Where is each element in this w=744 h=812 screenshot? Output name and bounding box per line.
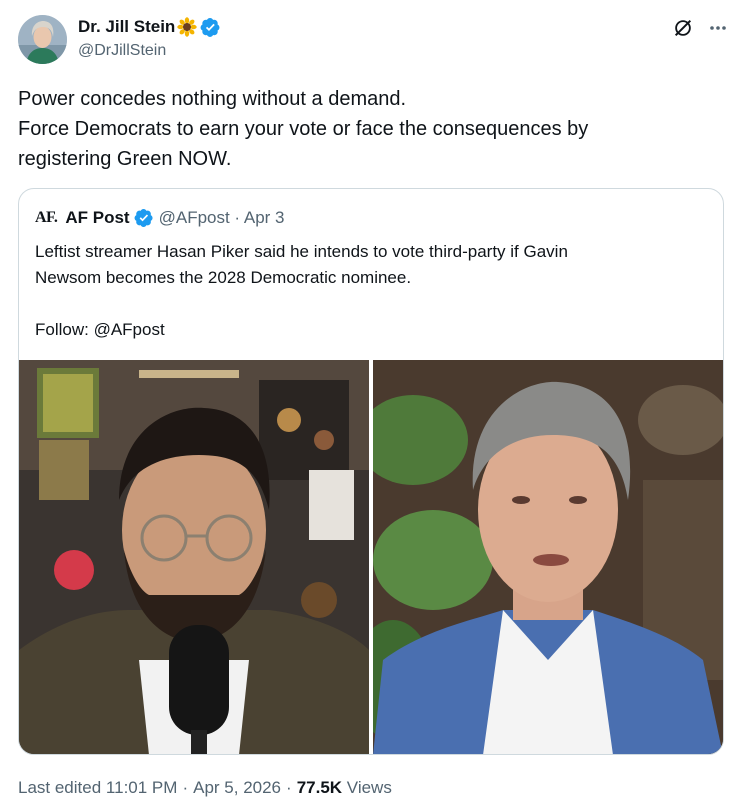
post-date[interactable]: Apr 5, 2026 (193, 778, 281, 798)
post-text-line: registering Green NOW. (18, 148, 232, 170)
verified-badge-icon (134, 209, 153, 227)
author-block: Dr. Jill Stein @DrJillStein (78, 15, 221, 60)
quoted-follow-line: Follow: @AFpost (35, 320, 165, 339)
post-text: Power concedes nothing without a demand.… (18, 84, 718, 174)
sunflower-emoji-icon (177, 17, 198, 37)
quoted-image-right[interactable] (373, 360, 723, 754)
footer-separator: · (286, 778, 292, 797)
views-count[interactable]: 77.5K (297, 778, 342, 798)
grok-icon[interactable] (672, 17, 694, 39)
photo-streamer (19, 360, 369, 754)
quoted-text-line: Leftist streamer Hasan Piker said he int… (35, 242, 568, 261)
quoted-post-meta[interactable]: @AFpost · Apr 3 (159, 208, 285, 228)
post-card: Dr. Jill Stein @DrJillStein Power conced… (0, 0, 744, 812)
author-handle[interactable]: @DrJillStein (78, 42, 221, 60)
header-actions (672, 17, 728, 39)
avatar[interactable] (18, 15, 67, 64)
quoted-media (19, 360, 723, 754)
quoted-image-left[interactable] (19, 360, 369, 754)
author-name[interactable]: Dr. Jill Stein (78, 17, 175, 37)
quoted-post-header: AF. AF Post @AFpost · Apr 3 (35, 207, 285, 229)
verified-badge-icon[interactable] (200, 17, 221, 38)
post-footer: Last edited 11:01 PM · Apr 5, 2026 · 77.… (18, 778, 392, 798)
post-text-line: Power concedes nothing without a demand. (18, 88, 407, 110)
footer-separator: · (182, 778, 189, 797)
views-label[interactable]: Views (347, 778, 392, 798)
post-time[interactable]: 11:01 PM (106, 778, 178, 798)
more-icon[interactable] (708, 18, 728, 38)
quoted-post-text: Leftist streamer Hasan Piker said he int… (35, 239, 695, 343)
quoted-text-line: Newsom becomes the 2028 Democratic nomin… (35, 268, 412, 287)
quoted-post[interactable]: AF. AF Post @AFpost · Apr 3 Leftist stre… (18, 188, 724, 755)
post-text-line: Force Democrats to earn your vote or fac… (18, 118, 589, 140)
edited-label[interactable]: Last edited (18, 778, 101, 798)
avatar-image (18, 15, 67, 64)
quoted-avatar-logo: AF. (35, 209, 58, 226)
quoted-author-name[interactable]: AF Post (65, 208, 129, 228)
photo-politician (373, 360, 723, 754)
